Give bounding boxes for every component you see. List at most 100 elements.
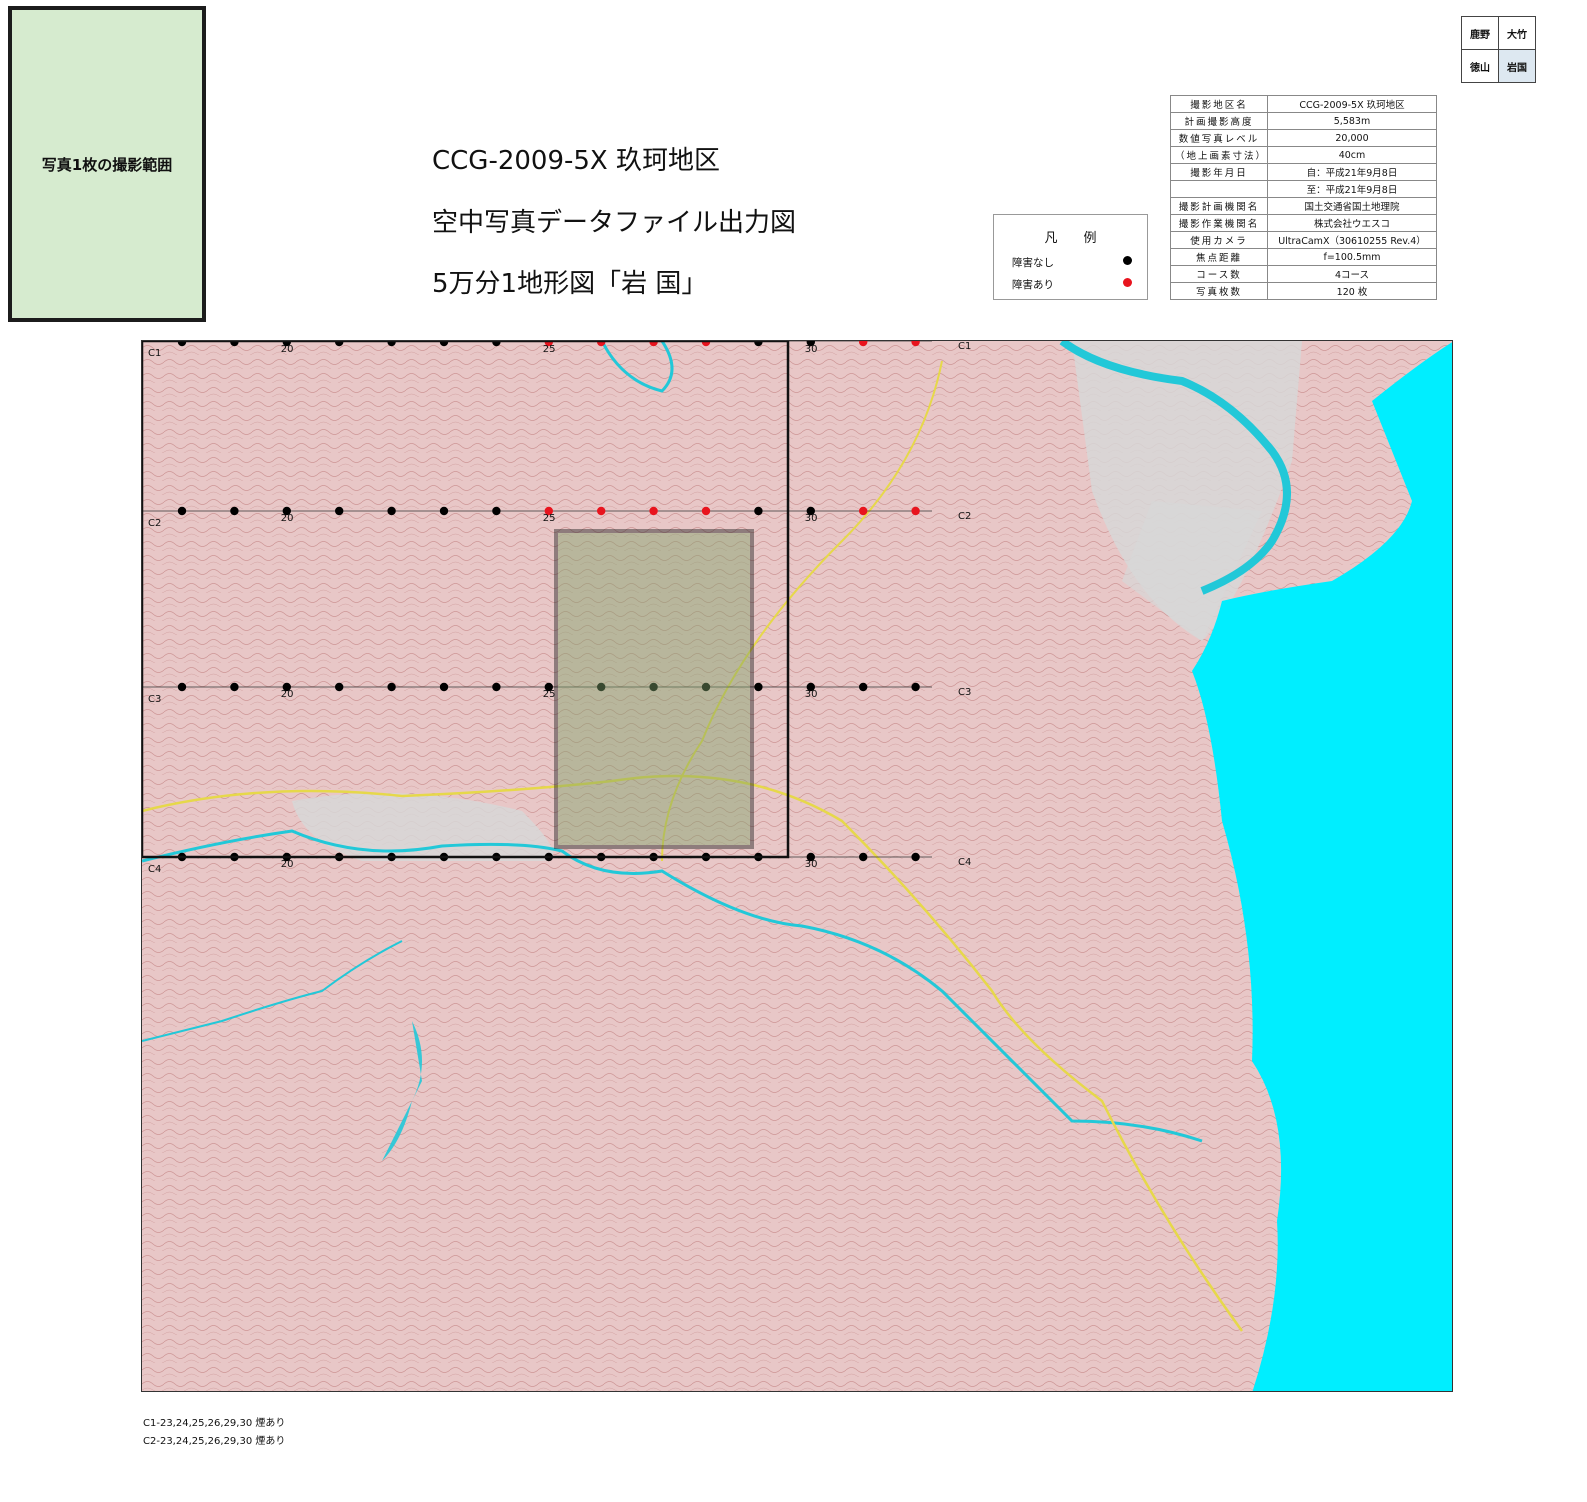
info-key: 写真枚数	[1170, 282, 1268, 300]
info-value: 株式会社ウエスコ	[1267, 214, 1437, 232]
info-key: 使用カメラ	[1170, 231, 1268, 249]
photo-point	[492, 682, 501, 692]
info-row: 計画撮影高度 5,583m	[1170, 112, 1437, 130]
info-row: 撮影地区名 CCG-2009-5X 玖珂地区	[1170, 95, 1437, 113]
info-value: 至：平成21年9月8日	[1267, 180, 1437, 198]
info-key	[1170, 180, 1268, 198]
photo-point	[439, 682, 449, 692]
course-label: C4	[148, 864, 161, 875]
photo-point	[230, 682, 239, 692]
info-row: 撮影作業機関名 株式会社ウエスコ	[1170, 214, 1437, 232]
info-key: （地上画素寸法）	[1170, 146, 1268, 164]
map-canvas[interactable]: C1 C1 20 25 30 C2 C2 20 25 30 C3 C3 20 25 30 C4 C4 20 30	[142, 341, 1453, 1392]
index-cell: 徳山	[1461, 49, 1499, 83]
course-label: C2	[148, 518, 161, 529]
obstacle-photo-point	[911, 506, 920, 516]
info-row: 撮影年月日 自：平成21年9月8日	[1170, 163, 1437, 181]
photo-number-label: 25	[543, 513, 556, 524]
photo-point	[335, 506, 344, 516]
red-dot-icon	[1123, 278, 1132, 287]
legend-title: 凡例	[1044, 231, 1123, 246]
legend-label: 障害なし	[1012, 257, 1054, 269]
info-row: コース数 4コース	[1170, 265, 1437, 283]
info-value: f=100.5mm	[1267, 248, 1437, 266]
info-row: 写真枚数 120 枚	[1170, 282, 1437, 300]
course-label-right: C3	[958, 687, 971, 698]
info-key: 数値写真レベル	[1170, 129, 1268, 147]
photo-number-label: 30	[805, 689, 818, 700]
photo-number-label: 30	[805, 344, 818, 355]
info-row: 使用カメラ UltraCamX（30610255 Rev.4）	[1170, 231, 1437, 249]
info-row: 焦点距離 f=100.5mm	[1170, 248, 1437, 266]
photo-point	[859, 852, 868, 862]
course-label: C3	[148, 694, 161, 705]
photo-number-label: 20	[281, 513, 294, 524]
map-title-line-1: CCG-2009-5X 玖珂地区	[432, 146, 721, 176]
course-label-right: C1	[958, 341, 971, 352]
info-row: 撮影計画機関名 国土交通省国土地理院	[1170, 197, 1437, 215]
info-key: 撮影計画機関名	[1170, 197, 1268, 215]
info-value: 40cm	[1267, 146, 1437, 164]
photo-number-label: 20	[281, 344, 294, 355]
map-title-line-2: 空中写真データファイル出力図	[432, 208, 797, 238]
photo-point	[230, 506, 239, 516]
legend-item-obstacle: 障害あり	[1012, 277, 1132, 292]
index-cell: 大竹	[1498, 16, 1536, 50]
info-key: コース数	[1170, 265, 1268, 283]
single-photo-footprint	[554, 529, 754, 849]
info-value: 5,583m	[1267, 112, 1437, 130]
info-value: 自：平成21年9月8日	[1267, 163, 1437, 181]
photo-point	[859, 682, 868, 692]
index-cell-current: 岩国	[1498, 49, 1536, 83]
photo-point	[911, 682, 920, 692]
smoke-note: C2-23,24,25,26,29,30 煙あり	[143, 1436, 286, 1447]
photo-point	[439, 506, 449, 516]
info-value: UltraCamX（30610255 Rev.4）	[1267, 231, 1437, 249]
course-label-right: C2	[958, 511, 971, 522]
photo-footprint-sample: 写真1枚の撮影範囲	[8, 6, 206, 322]
map-title-line-3: 5万分1地形図「岩 国」	[432, 269, 708, 299]
obstacle-photo-point	[859, 506, 868, 516]
info-row: 数値写真レベル 20,000	[1170, 129, 1437, 147]
footprint-label: 写真1枚の撮影範囲	[41, 155, 173, 174]
photo-number-label: 20	[281, 859, 294, 870]
photo-number-label: 25	[543, 344, 556, 355]
obstacle-photo-point	[597, 506, 606, 516]
info-key: 焦点距離	[1170, 248, 1268, 266]
photo-point	[911, 852, 920, 862]
obstacle-photo-point	[701, 506, 711, 516]
info-key: 計画撮影高度	[1170, 112, 1268, 130]
info-key: 撮影年月日	[1170, 163, 1268, 181]
info-row: （地上画素寸法） 40cm	[1170, 146, 1437, 164]
info-key: 撮影地区名	[1170, 95, 1268, 113]
info-value: 国土交通省国土地理院	[1267, 197, 1437, 215]
photo-number-label: 20	[281, 689, 294, 700]
info-key: 撮影作業機関名	[1170, 214, 1268, 232]
photo-point	[177, 682, 187, 692]
sheet-index-grid: 鹿野 大竹 徳山 岩国	[1461, 16, 1536, 83]
info-value: 120 枚	[1267, 282, 1437, 300]
smoke-note: C1-23,24,25,26,29,30 煙あり	[143, 1418, 286, 1429]
photo-point	[754, 506, 763, 516]
legend-item-ok: 障害なし	[1012, 255, 1132, 270]
photo-number-label: 30	[805, 859, 818, 870]
photo-point	[335, 682, 344, 692]
photo-number-label: 30	[805, 513, 818, 524]
info-value: 20,000	[1267, 129, 1437, 147]
photo-point	[387, 682, 396, 692]
photo-point	[754, 682, 763, 692]
black-dot-icon	[1123, 256, 1132, 265]
course-label: C1	[148, 348, 161, 359]
info-row: 至：平成21年9月8日	[1170, 180, 1437, 198]
photo-point	[387, 506, 396, 516]
course-label-right: C4	[958, 857, 971, 868]
photo-point	[492, 506, 501, 516]
topographic-map[interactable]: C1 C1 20 25 30 C2 C2 20 25 30 C3 C3 20 25 30 C4 C4 20 30	[141, 340, 1453, 1392]
photo-number-label: 25	[543, 689, 556, 700]
legend-box: 凡例 障害なし 障害あり	[993, 214, 1148, 300]
legend-label: 障害あり	[1012, 279, 1054, 291]
flight-info-table: 撮影地区名 CCG-2009-5X 玖珂地区 計画撮影高度 5,583m 数値写真レベル…	[1170, 95, 1437, 300]
obstacle-photo-point	[649, 506, 658, 516]
info-value: 4コース	[1267, 265, 1437, 283]
photo-point	[177, 506, 187, 516]
